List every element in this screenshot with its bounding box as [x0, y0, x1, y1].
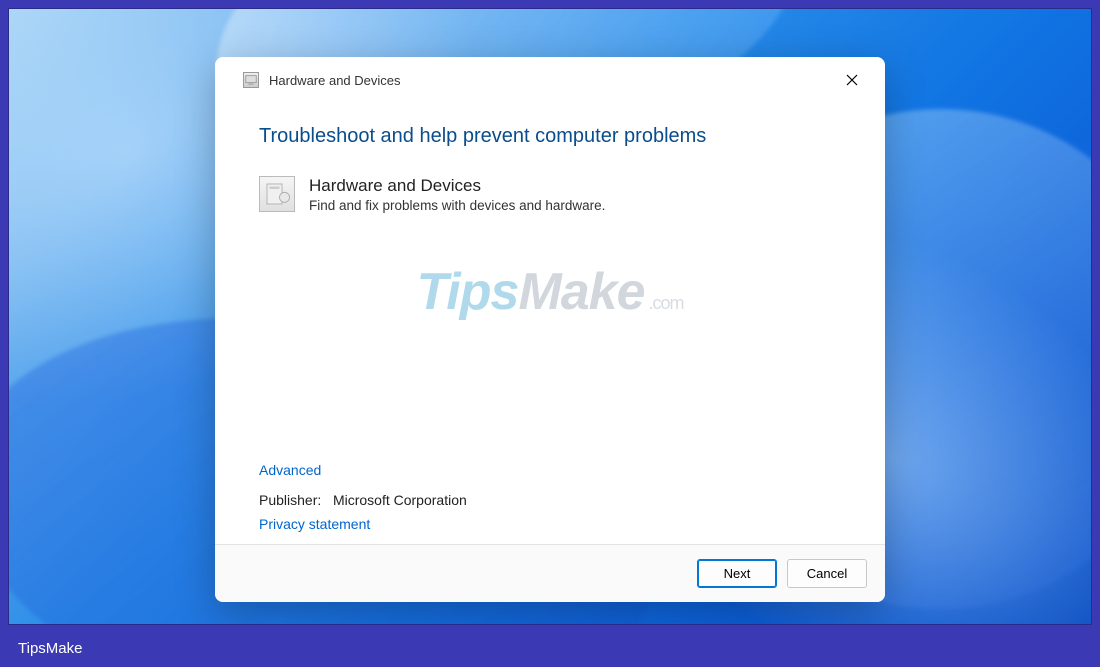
advanced-link[interactable]: Advanced — [259, 462, 321, 478]
main-heading: Troubleshoot and help prevent computer p… — [259, 125, 841, 148]
page-footer-bar: TipsMake — [0, 629, 1100, 667]
publisher-value: Microsoft Corporation — [333, 492, 467, 508]
close-icon — [846, 74, 858, 86]
hardware-large-icon — [259, 176, 295, 212]
section-text-group: Hardware and Devices Find and fix proble… — [309, 176, 605, 213]
next-button[interactable]: Next — [697, 559, 777, 588]
spacer — [259, 213, 841, 462]
privacy-statement-link[interactable]: Privacy statement — [259, 516, 370, 532]
dialog-footer: Next Cancel — [215, 544, 885, 602]
troubleshooter-section: Hardware and Devices Find and fix proble… — [259, 176, 841, 213]
section-description: Find and fix problems with devices and h… — [309, 198, 605, 213]
publisher-line: Publisher: Microsoft Corporation — [259, 492, 841, 508]
dialog-body: Troubleshoot and help prevent computer p… — [215, 97, 885, 544]
cancel-button[interactable]: Cancel — [787, 559, 867, 588]
troubleshooter-dialog: Hardware and Devices Troubleshoot and he… — [215, 57, 885, 602]
publisher-label: Publisher: — [259, 492, 321, 508]
screenshot-frame: Hardware and Devices Troubleshoot and he… — [8, 8, 1092, 625]
hardware-small-icon — [243, 72, 259, 88]
dialog-titlebar: Hardware and Devices — [215, 57, 885, 97]
dialog-title: Hardware and Devices — [269, 73, 401, 88]
footer-brand: TipsMake — [18, 640, 82, 657]
section-title: Hardware and Devices — [309, 176, 605, 196]
close-button[interactable] — [833, 66, 871, 94]
